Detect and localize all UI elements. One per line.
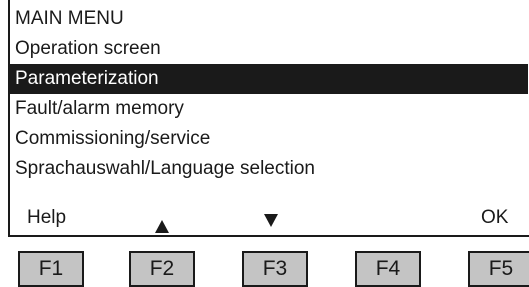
up-arrow-icon <box>155 220 169 233</box>
screen-bottom-border <box>8 235 529 237</box>
menu-item-language-selection[interactable]: Sprachauswahl/Language selection <box>10 154 315 184</box>
f3-key-button[interactable]: F3 <box>242 251 308 287</box>
f5-key-button[interactable]: F5 <box>468 251 529 287</box>
display-screen: MAIN MENU Operation screen Parameterizat… <box>0 0 529 237</box>
menu-item-fault-alarm-memory[interactable]: Fault/alarm memory <box>10 94 184 124</box>
f1-key-button[interactable]: F1 <box>18 251 84 287</box>
f4-key-button[interactable]: F4 <box>355 251 421 287</box>
menu-title: MAIN MENU <box>15 8 124 29</box>
softkey-ok-label: OK <box>481 207 509 228</box>
menu-item-parameterization[interactable]: Parameterization <box>10 64 528 94</box>
menu-item-commissioning-service[interactable]: Commissioning/service <box>10 124 210 154</box>
menu-item-operation-screen[interactable]: Operation screen <box>10 34 161 64</box>
down-arrow-icon <box>264 214 278 227</box>
softkey-help-label: Help <box>27 207 67 228</box>
f2-key-button[interactable]: F2 <box>129 251 195 287</box>
